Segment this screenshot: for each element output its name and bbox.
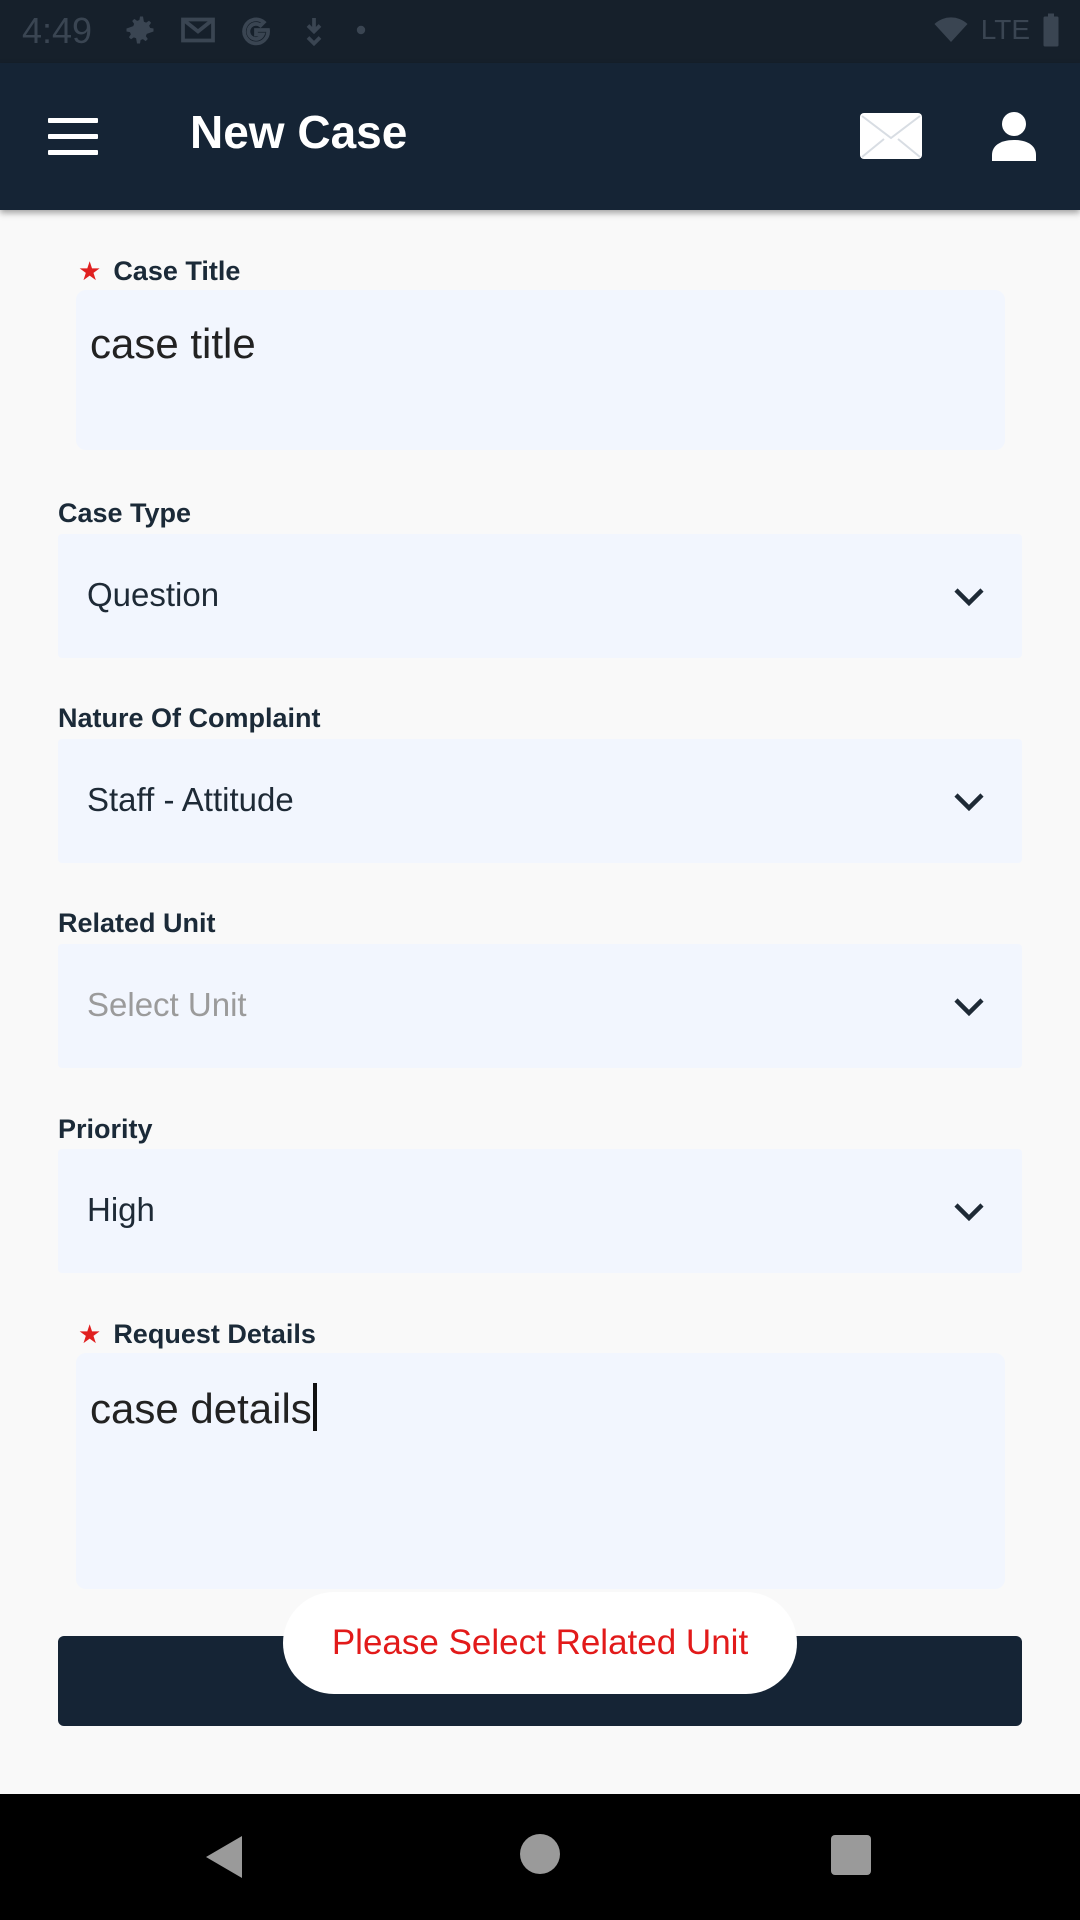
required-star: ★ (78, 1319, 102, 1349)
network-label: LTE (980, 14, 1030, 45)
request-details-textarea[interactable]: case details (76, 1353, 1005, 1589)
menu-icon[interactable] (48, 118, 98, 156)
navigation-bar (0, 1794, 1080, 1920)
case-title-label: ★ Case Title (78, 256, 241, 286)
request-details-value: case details (90, 1383, 317, 1433)
page-title: New Case (190, 106, 408, 158)
app-bar: New Case (0, 63, 1080, 210)
download-icon (306, 18, 322, 47)
chevron-down-icon (954, 793, 984, 812)
battery-icon (1043, 13, 1059, 47)
status-bar: 4:49 LTE (0, 0, 1080, 63)
recents-icon[interactable] (831, 1835, 871, 1875)
required-star: ★ (78, 256, 102, 286)
chevron-down-icon (954, 588, 984, 607)
dot-icon (356, 25, 366, 35)
home-icon[interactable] (520, 1834, 560, 1874)
case-title-input[interactable]: case title (76, 290, 1005, 450)
profile-icon[interactable] (990, 111, 1038, 161)
nature-of-complaint-value: Staff - Attitude (87, 781, 294, 818)
google-icon (242, 17, 270, 46)
case-type-select[interactable]: Question (58, 534, 1022, 658)
toast-message: Please Select Related Unit (331, 1623, 749, 1662)
case-type-value: Question (87, 576, 220, 613)
mail-icon[interactable] (860, 113, 922, 159)
back-icon[interactable] (204, 1834, 244, 1880)
case-title-value: case title (90, 320, 256, 367)
chevron-down-icon (954, 998, 984, 1017)
related-unit-placeholder: Select Unit (87, 986, 247, 1023)
nature-of-complaint-label: Nature Of Complaint (58, 703, 321, 733)
settings-icon (126, 16, 154, 44)
status-time: 4:49 (22, 10, 93, 51)
related-unit-label: Related Unit (58, 908, 216, 938)
priority-value: High (87, 1191, 155, 1228)
wifi-off-icon (934, 17, 968, 42)
gmail-icon (181, 17, 215, 43)
chevron-down-icon (954, 1203, 984, 1222)
nature-of-complaint-select[interactable]: Staff - Attitude (58, 739, 1022, 863)
case-type-label: Case Type (58, 498, 192, 528)
related-unit-select[interactable]: Select Unit (58, 944, 1022, 1068)
error-toast: Please Select Related Unit (283, 1592, 797, 1694)
priority-select[interactable]: High (58, 1149, 1022, 1273)
text-cursor (312, 1383, 317, 1431)
priority-label: Priority (58, 1114, 153, 1144)
request-details-label: ★ Request Details (78, 1319, 316, 1349)
